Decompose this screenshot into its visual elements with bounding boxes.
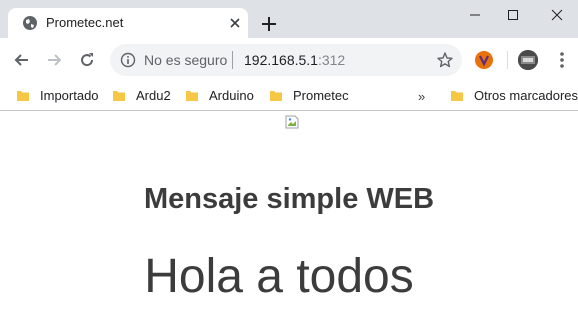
close-tab-icon[interactable] (228, 16, 242, 30)
bookmark-label: Otros marcadores (474, 88, 578, 103)
bookmark-label: Importado (40, 88, 99, 103)
url-port: :312 (317, 52, 346, 68)
security-label[interactable]: No es seguro (144, 52, 227, 68)
info-icon[interactable] (120, 52, 136, 68)
bookmark-folder-ardu2[interactable]: Ardu2 (112, 87, 172, 105)
globe-icon (23, 16, 37, 30)
new-tab-icon[interactable] (260, 15, 278, 33)
folder-icon (270, 91, 282, 101)
bookmark-folder-importado[interactable]: Importado (16, 87, 106, 105)
page-heading: Mensaje simple WEB (143, 183, 435, 215)
bookmarks-overflow-button[interactable]: » (418, 89, 425, 104)
profile-avatar[interactable] (518, 50, 538, 70)
bookmarks-bar: Importado Ardu2 Arduino Prometec Otros m… (0, 82, 578, 111)
maximize-button[interactable] (490, 0, 536, 30)
forward-arrow-icon[interactable] (44, 50, 64, 70)
url-text[interactable]: 192.168.5.1:312 (244, 52, 345, 68)
bookmark-folder-arduino[interactable]: Arduino (185, 87, 257, 105)
address-bar[interactable]: No es seguro 192.168.5.1:312 (110, 44, 462, 76)
tab-title: Prometec.net (46, 15, 124, 30)
folder-icon (17, 91, 29, 101)
page-message: Hola a todos (144, 250, 414, 303)
close-window-button[interactable] (534, 0, 578, 30)
reload-icon[interactable] (77, 50, 97, 70)
toolbar-divider (507, 51, 508, 69)
bookmark-label: Ardu2 (136, 88, 171, 103)
bookmark-label: Arduino (209, 88, 254, 103)
bookmark-folder-prometec[interactable]: Prometec (269, 87, 349, 105)
broken-image-icon (285, 115, 299, 129)
browser-tab[interactable]: Prometec.net (8, 8, 248, 38)
back-arrow-icon[interactable] (12, 50, 32, 70)
menu-dots-icon[interactable] (552, 50, 572, 70)
extension-icon[interactable] (474, 50, 494, 70)
omnibox-divider (232, 51, 233, 69)
url-host: 192.168.5.1 (244, 52, 318, 68)
folder-icon (451, 91, 463, 101)
page-content: Mensaje simple WEB Hola a todos (0, 111, 578, 318)
bookmark-label: Prometec (293, 88, 349, 103)
bookmark-star-icon[interactable] (436, 51, 454, 69)
folder-icon (113, 91, 125, 101)
tab-strip: Prometec.net (0, 0, 578, 38)
browser-toolbar: No es seguro 192.168.5.1:312 (0, 38, 578, 82)
folder-icon (186, 91, 198, 101)
bookmark-folder-otros-marcadores[interactable]: Otros marcadores (450, 87, 578, 105)
